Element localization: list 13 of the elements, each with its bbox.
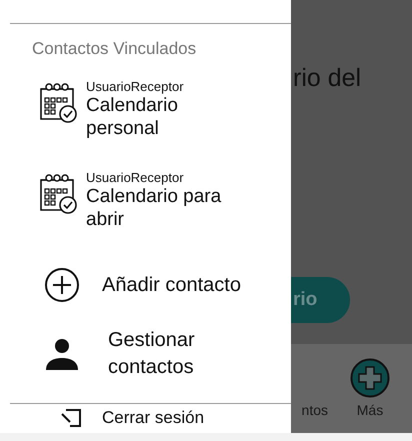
calendar-item[interactable]: UsuarioReceptor Calendario para abrir xyxy=(38,170,291,231)
menu-item[interactable]: Añadir contacto xyxy=(44,267,291,303)
calendar-check-icon xyxy=(38,174,78,214)
logout-icon xyxy=(60,408,84,428)
page-title: rio del xyxy=(292,64,362,93)
menu-item[interactable]: Cerrar sesión xyxy=(60,408,291,428)
menu-item[interactable]: Gestionar contactos xyxy=(44,327,291,381)
person-icon xyxy=(44,336,80,372)
calendar-item[interactable]: UsuarioReceptor Calendario personal xyxy=(38,79,291,140)
add-icon xyxy=(44,267,80,303)
section-title: Contactos Vinculados xyxy=(32,39,198,59)
calendar-check-icon xyxy=(38,83,78,123)
add-icon xyxy=(350,358,390,398)
